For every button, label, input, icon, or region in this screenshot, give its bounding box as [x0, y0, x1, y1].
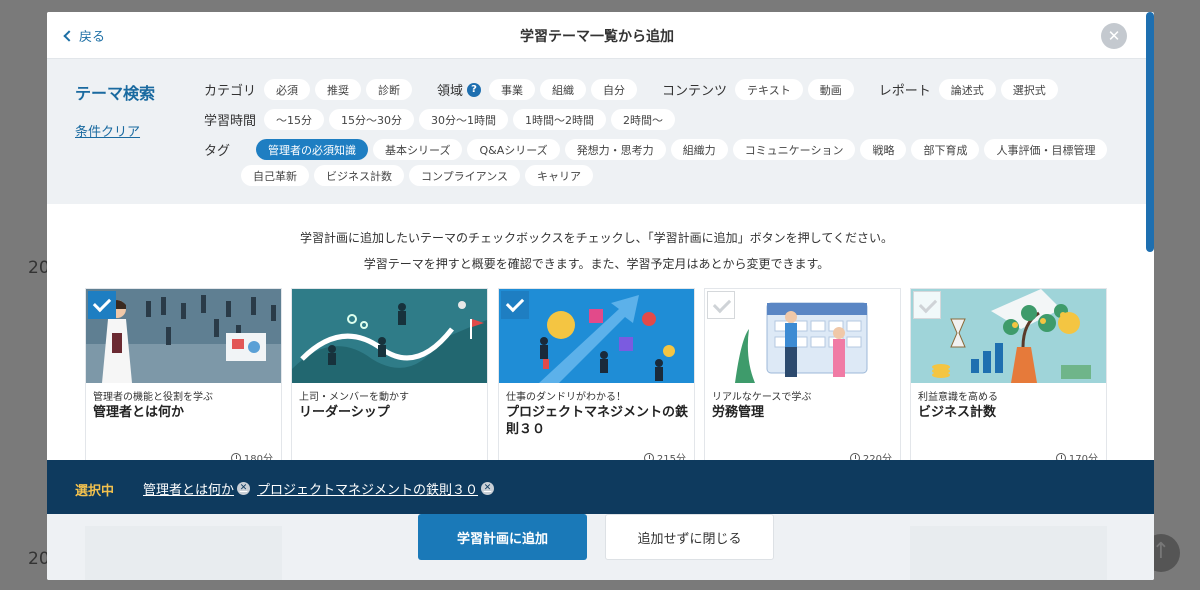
chip-report-choice[interactable]: 選択式 [1000, 79, 1058, 100]
instruction-line-2: 学習テーマを押すと概要を確認できます。また、学習予定月はあとから変更できます。 [363, 257, 830, 271]
filter-row-tags: タグ 管理者の必須知識 基本シリーズ Q&Aシリーズ 発想力・思考力 組織力 コ… [204, 139, 1112, 160]
modal-scrollbar[interactable] [1146, 12, 1154, 252]
domain-label-wrap: 領域 ? [437, 80, 482, 99]
filter-row-1: カテゴリ 必須 推奨 診断 領域 ? 事業 組織 自分 コンテンツ テキスト 動… [204, 79, 1083, 100]
card-title: 管理者とは何か [93, 405, 185, 420]
chip-tag-evaluation[interactable]: 人事評価・目標管理 [984, 139, 1108, 160]
chip-tag-communication[interactable]: コミュニケーション [732, 139, 856, 160]
clear-conditions-link[interactable]: 条件クリア [75, 121, 140, 140]
chip-tag-self-innovation[interactable]: 自己革新 [241, 165, 309, 186]
selected-item[interactable]: 管理者とは何か ✕ [143, 479, 251, 498]
chip-category-recommended[interactable]: 推奨 [315, 79, 362, 100]
chip-domain-business[interactable]: 事業 [489, 79, 536, 100]
report-filter: レポート 論述式 選択式 [879, 79, 1063, 100]
close-without-adding-button[interactable]: 追加せずに閉じる [605, 514, 774, 560]
chip-report-essay[interactable]: 論述式 [938, 79, 996, 100]
theme-card[interactable]: リアルなケースで学ぶ 労務管理 220分 [704, 288, 901, 468]
selected-label: 選択中 [75, 484, 115, 499]
chip-category-diagnosis[interactable]: 診断 [366, 79, 413, 100]
card-subtitle: 仕事のダンドリがわかる！ [506, 392, 626, 403]
contents-label: コンテンツ [662, 84, 728, 99]
filter-row-tags-2: 自己革新 ビジネス計数 コンプライアンス キャリア [241, 165, 598, 186]
chip-tag-career[interactable]: キャリア [525, 165, 594, 186]
selected-item[interactable]: プロジェクトマネジメントの鉄則３０ ✕ [257, 479, 495, 498]
chip-tag-strategy[interactable]: 戦略 [860, 139, 907, 160]
card-title: プロジェクトマネジメントの鉄則３０ [506, 405, 689, 437]
chip-time-1[interactable]: 〜15分 [264, 109, 325, 130]
chip-time-5[interactable]: 2時間〜 [611, 109, 676, 130]
card-subtitle: 上司・メンバーを動かす [299, 392, 409, 403]
modal-title: 学習テーマ一覧から追加 [520, 29, 674, 45]
chip-tag-organization[interactable]: 組織力 [670, 139, 728, 160]
selected-item-label[interactable]: プロジェクトマネジメントの鉄則３０ [257, 479, 478, 498]
theme-card[interactable]: 仕事のダンドリがわかる！ プロジェクトマネジメントの鉄則３０ 215分 [498, 288, 695, 468]
theme-card[interactable]: 利益意識を高める ビジネス計数 170分 [910, 288, 1107, 468]
remove-icon[interactable]: ✕ [237, 482, 251, 495]
chip-time-3[interactable]: 30分〜1時間 [419, 109, 509, 130]
chip-contents-text[interactable]: テキスト [735, 79, 803, 100]
domain-label: 領域 [437, 84, 464, 99]
card-subtitle: 利益意識を高める [918, 392, 998, 403]
theme-card[interactable]: 管理者の機能と役割を学ぶ 管理者とは何か 180分 [85, 288, 282, 468]
chip-tag-business-numbers[interactable]: ビジネス計数 [314, 165, 404, 186]
selected-item-label[interactable]: 管理者とは何か [143, 479, 234, 498]
chip-time-4[interactable]: 1時間〜2時間 [513, 109, 607, 130]
time-label: 学習時間 [204, 114, 257, 129]
help-icon[interactable]: ? [467, 82, 482, 97]
chip-domain-organization[interactable]: 組織 [540, 79, 587, 100]
chip-tag-basic-series[interactable]: 基本シリーズ [373, 139, 463, 160]
card-subtitle: リアルなケースで学ぶ [712, 392, 812, 403]
add-to-plan-button[interactable]: 学習計画に追加 [418, 514, 587, 560]
chip-contents-video[interactable]: 動画 [807, 79, 854, 100]
add-theme-modal: 戻る 学習テーマ一覧から追加 ✕ テーマ検索 条件クリア カテゴリ 必須 推奨 … [47, 12, 1154, 580]
chip-tag-compliance[interactable]: コンプライアンス [409, 165, 521, 186]
chip-domain-self[interactable]: 自分 [591, 79, 638, 100]
card-placeholder [85, 526, 282, 580]
filter-row-time: 学習時間 〜15分 15分〜30分 30分〜1時間 1時間〜2時間 2時間〜 [204, 109, 680, 130]
card-title: 労務管理 [712, 405, 765, 420]
tags-label: タグ [204, 144, 231, 159]
close-icon[interactable]: ✕ [1101, 23, 1127, 49]
chip-category-required[interactable]: 必須 [264, 79, 311, 100]
chip-tag-qa-series[interactable]: Q&Aシリーズ [467, 139, 560, 160]
instruction-line-1: 学習計画に追加したいテーマのチェックボックスをチェックし、「学習計画に追加」ボタ… [300, 231, 893, 245]
category-filter: カテゴリ 必須 推奨 診断 [204, 79, 417, 100]
card-checkbox[interactable] [88, 291, 116, 319]
card-checkbox[interactable] [501, 291, 529, 319]
card-placeholder [910, 526, 1107, 580]
card-checkbox[interactable] [913, 291, 941, 319]
chip-tag-thinking[interactable]: 発想力・思考力 [564, 139, 666, 160]
chip-tag-manager-essentials[interactable]: 管理者の必須知識 [256, 139, 369, 160]
chip-time-2[interactable]: 15分〜30分 [329, 109, 415, 130]
remove-icon[interactable]: ✕ [481, 482, 495, 495]
card-checkbox[interactable] [707, 291, 735, 319]
theme-card[interactable]: 上司・メンバーを動かす リーダーシップ [291, 288, 488, 468]
contents-filter: コンテンツ テキスト 動画 [662, 79, 859, 100]
modal-header: 戻る 学習テーマ一覧から追加 ✕ [47, 12, 1147, 59]
card-image-leadership [292, 289, 487, 383]
card-subtitle: 管理者の機能と役割を学ぶ [93, 392, 213, 403]
domain-filter: 領域 ? 事業 組織 自分 [437, 79, 642, 100]
report-label: レポート [878, 84, 931, 99]
theme-search-title: テーマ検索 [75, 84, 156, 103]
card-title: リーダーシップ [299, 405, 390, 420]
selected-bar: 選択中 管理者とは何か ✕ プロジェクトマネジメントの鉄則３０ ✕ [47, 460, 1154, 514]
card-title: ビジネス計数 [918, 405, 997, 420]
theme-search-panel: テーマ検索 条件クリア カテゴリ 必須 推奨 診断 領域 ? 事業 組織 自分 … [47, 59, 1146, 204]
category-label: カテゴリ [204, 84, 257, 99]
chip-tag-subordinate[interactable]: 部下育成 [911, 139, 980, 160]
